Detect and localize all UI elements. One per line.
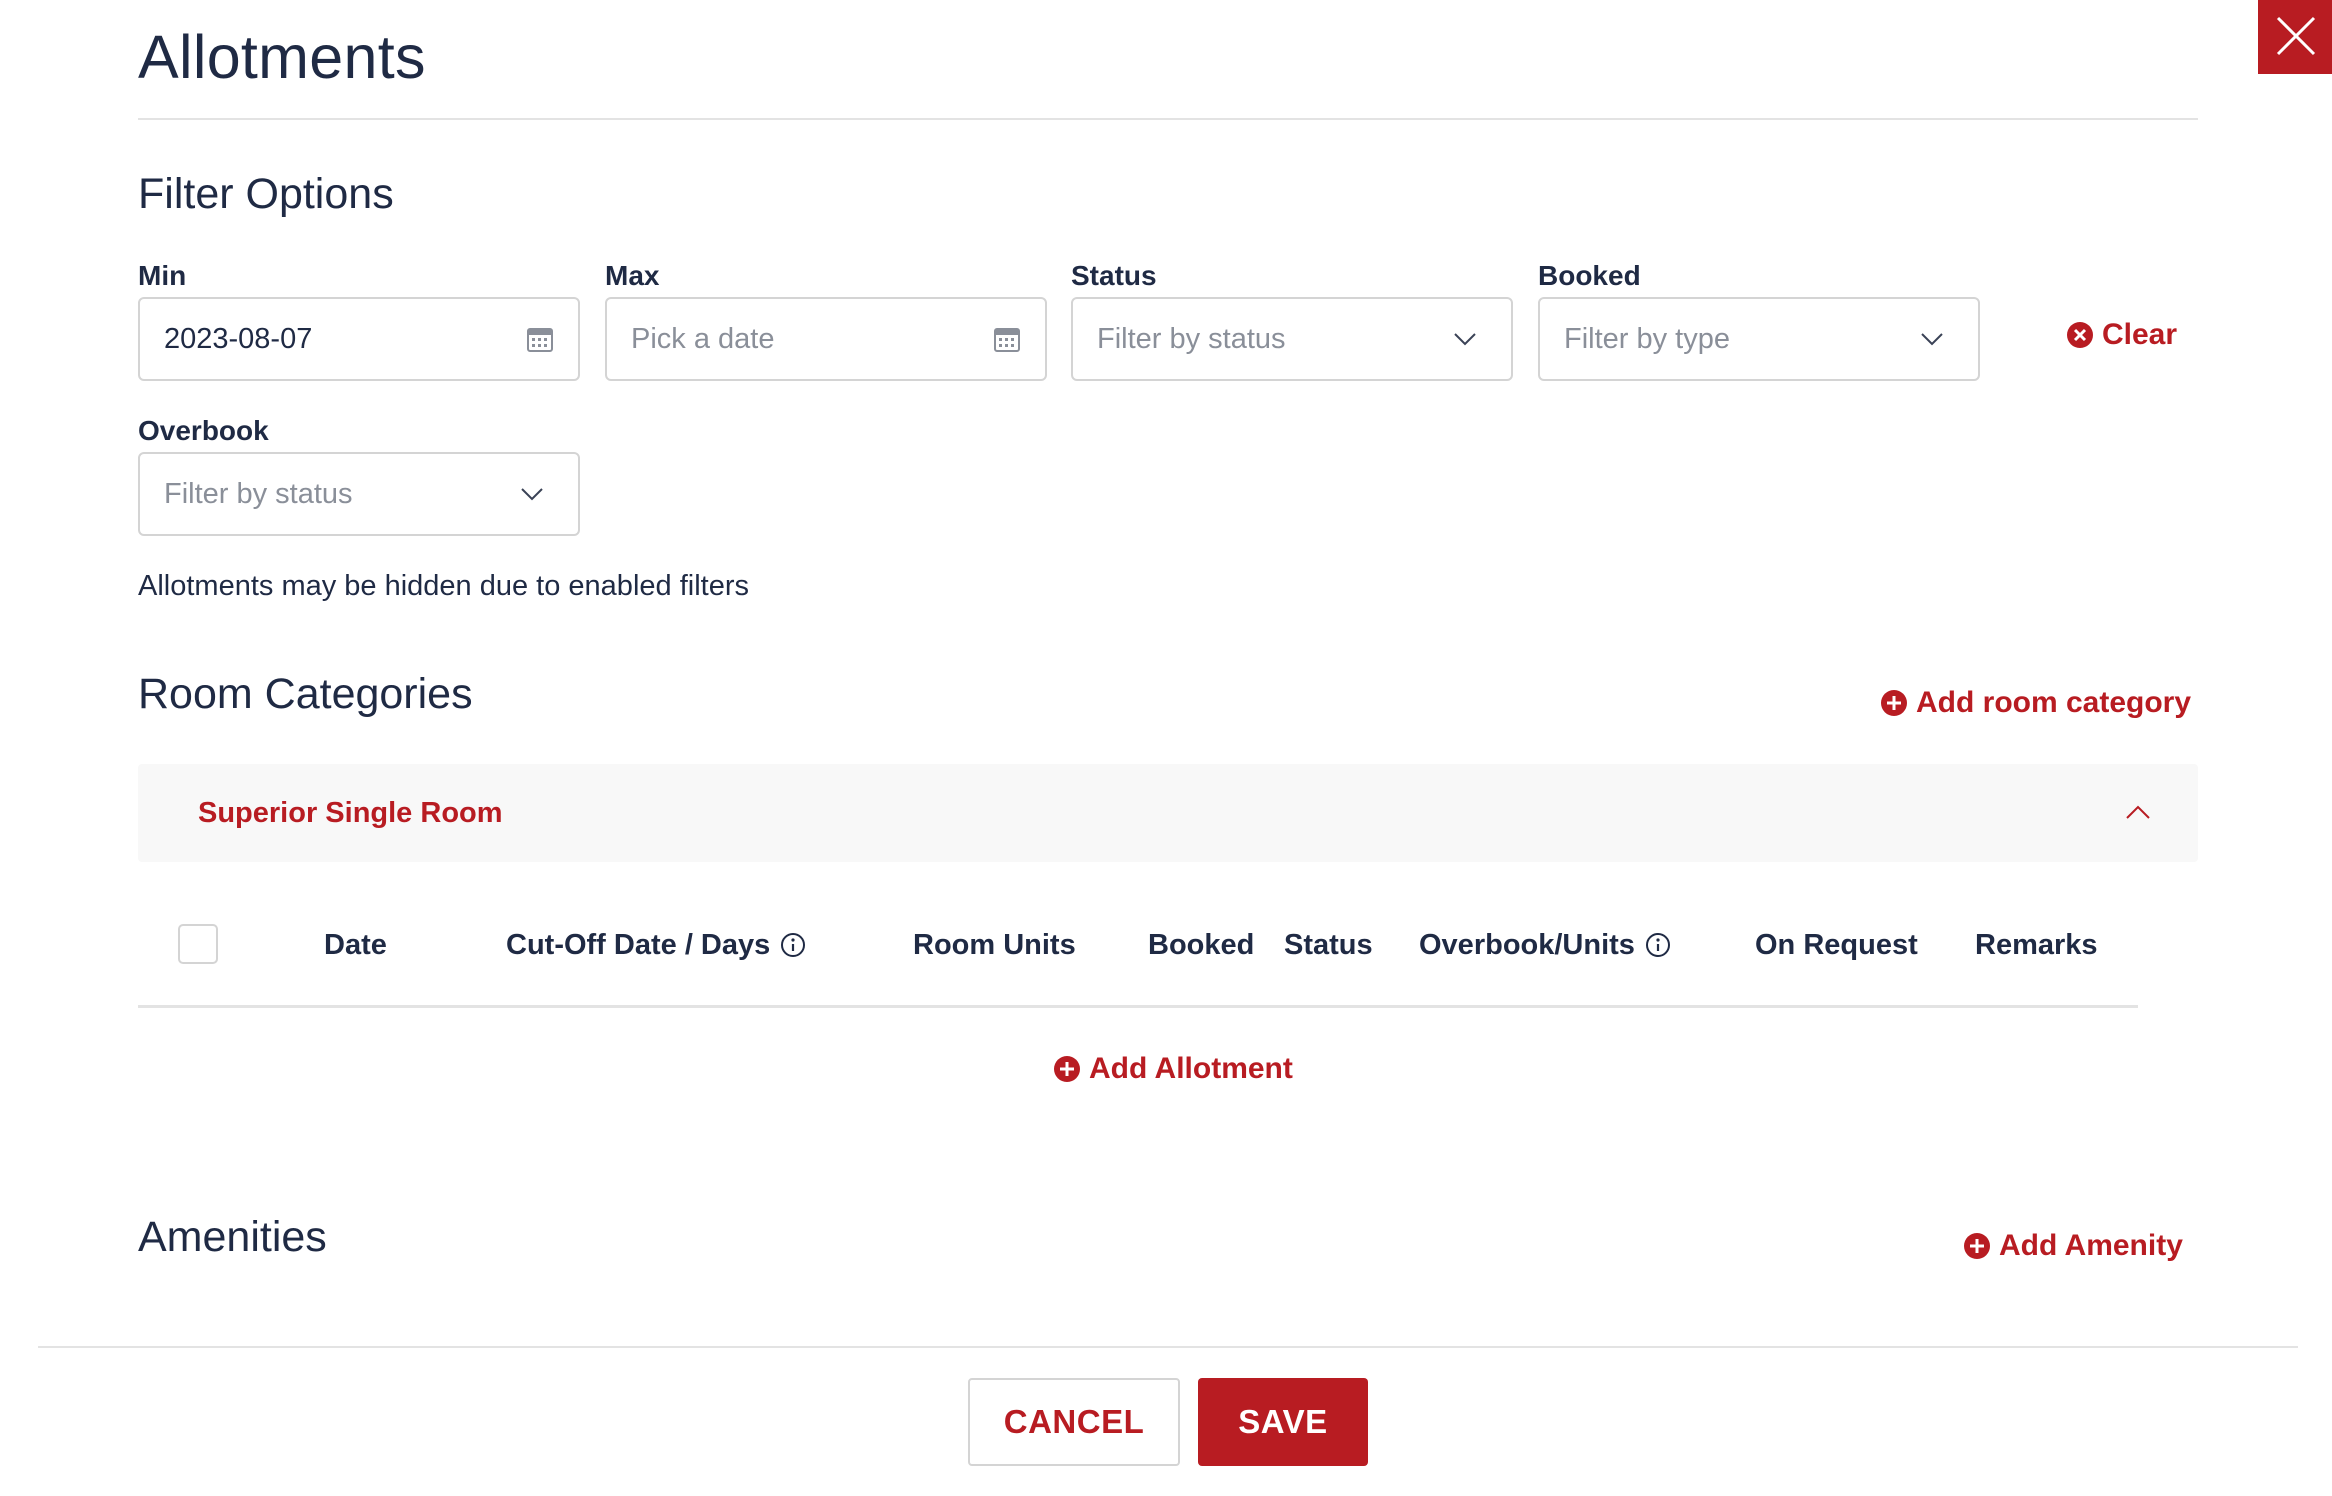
status-placeholder: Filter by status [1097, 323, 1286, 355]
max-date-input[interactable]: Pick a date [605, 297, 1047, 381]
max-date-placeholder: Pick a date [631, 323, 775, 355]
add-room-category-button[interactable]: Add room category [1880, 686, 2191, 720]
chevron-down-icon [1454, 333, 1476, 346]
title-divider [138, 118, 2198, 120]
add-amenity-label: Add Amenity [1999, 1229, 2183, 1262]
cancel-button[interactable]: CANCEL [968, 1378, 1180, 1466]
add-circle-icon [1964, 1233, 1990, 1259]
max-label: Max [605, 260, 660, 291]
table-header-divider [138, 1005, 2138, 1008]
column-header-booked: Booked [1148, 928, 1255, 961]
calendar-icon [994, 328, 1020, 352]
select-all-checkbox[interactable] [178, 924, 218, 964]
chevron-down-icon [521, 488, 543, 501]
booked-label: Booked [1538, 260, 1641, 291]
add-circle-icon [1881, 690, 1907, 716]
add-room-category-label: Add room category [1916, 686, 2192, 719]
chevron-down-icon [1921, 333, 1943, 346]
min-date-input[interactable]: 2023-08-07 [138, 297, 580, 381]
add-allotment-button[interactable]: Add Allotment [1053, 1052, 1293, 1086]
room-category-name: Superior Single Room [198, 797, 503, 829]
info-icon[interactable] [1645, 932, 1671, 958]
clear-label: Clear [2102, 318, 2178, 351]
column-header-overbook: Overbook/Units [1419, 922, 1671, 968]
footer-divider [38, 1346, 2298, 1348]
page-title: Allotments [138, 23, 426, 91]
room-categories-title: Room Categories [138, 670, 473, 718]
overbook-placeholder: Filter by status [164, 478, 353, 510]
column-header-remarks: Remarks [1975, 928, 2098, 961]
calendar-icon [527, 328, 553, 352]
add-allotment-label: Add Allotment [1089, 1052, 1293, 1085]
overbook-label: Overbook [138, 415, 269, 446]
booked-select[interactable]: Filter by type [1538, 297, 1980, 381]
filter-note: Allotments may be hidden due to enabled … [138, 570, 749, 602]
status-label: Status [1071, 260, 1157, 291]
min-label: Min [138, 260, 187, 291]
save-button[interactable]: SAVE [1198, 1378, 1368, 1466]
close-button[interactable] [2258, 0, 2332, 74]
booked-placeholder: Filter by type [1564, 323, 1730, 355]
column-header-date: Date [324, 928, 387, 961]
overbook-select[interactable]: Filter by status [138, 452, 580, 536]
amenities-title: Amenities [138, 1213, 327, 1261]
remove-circle-icon [2067, 322, 2093, 348]
add-circle-icon [1054, 1056, 1080, 1082]
info-icon[interactable] [780, 932, 806, 958]
column-header-status: Status [1284, 928, 1373, 961]
add-amenity-button[interactable]: Add Amenity [1963, 1229, 2183, 1263]
chevron-up-icon [2126, 805, 2150, 819]
close-icon [2276, 16, 2316, 56]
min-date-value: 2023-08-07 [164, 323, 313, 355]
clear-filters-button[interactable]: Clear [2066, 318, 2177, 352]
room-category-header[interactable]: Superior Single Room [138, 764, 2198, 862]
filter-options-title: Filter Options [138, 170, 394, 218]
column-header-cutoff: Cut-Off Date / Days [506, 922, 806, 968]
column-header-on-request: On Request [1755, 928, 1918, 961]
column-header-room-units: Room Units [913, 928, 1076, 961]
status-select[interactable]: Filter by status [1071, 297, 1513, 381]
